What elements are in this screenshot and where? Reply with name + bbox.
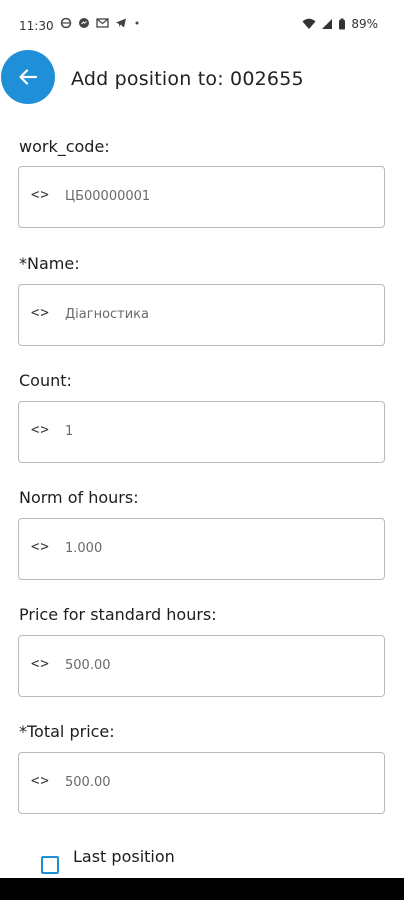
status-bar: 11:30 89% [0,0,404,50]
name-value: Діагностика [65,307,150,322]
mail-icon [96,18,109,28]
code-icon: <> [31,773,50,789]
total-price-value: 500.00 [65,775,111,790]
code-icon: <> [31,422,50,438]
code-icon: <> [31,305,50,321]
norm-of-hours-label: Norm of hours: [19,488,139,507]
norm-of-hours-field[interactable]: <> 1.000 [18,518,385,580]
back-button[interactable] [1,50,55,104]
last-position-checkbox[interactable] [41,856,59,874]
code-icon: <> [31,539,50,555]
work-code-field[interactable]: <> ЦБ00000001 [18,166,385,228]
notification-icons [60,17,141,29]
name-field[interactable]: <> Діагностика [18,284,385,346]
dot-icon [135,21,139,25]
total-price-label: *Total price: [19,722,115,741]
norm-of-hours-value: 1.000 [65,541,103,556]
signal-icon [322,19,333,29]
name-label: *Name: [19,254,80,273]
count-field[interactable]: <> 1 [18,401,385,463]
count-label: Count: [19,371,72,390]
code-icon: <> [31,187,50,203]
wifi-icon [302,18,316,29]
vpn-icon [60,17,72,29]
page-title: Add position to: 002655 [71,68,304,90]
code-icon: <> [31,656,50,672]
messenger-icon [79,18,89,28]
price-standard-hours-label: Price for standard hours: [19,605,217,624]
status-time: 11:30 [19,19,54,33]
telegram-icon [116,18,126,28]
work-code-label: work_code: [19,137,110,156]
system-status: 89% [302,17,378,31]
arrow-left-icon [19,69,37,85]
navigation-bar [0,878,404,900]
price-standard-hours-field[interactable]: <> 500.00 [18,635,385,697]
total-price-field[interactable]: <> 500.00 [18,752,385,814]
battery-icon [339,18,346,30]
price-standard-hours-value: 500.00 [65,658,111,673]
count-value: 1 [65,424,74,439]
last-position-label[interactable]: Last position [73,847,175,866]
battery-percent: 89% [351,17,378,31]
work-code-value: ЦБ00000001 [65,189,151,204]
app-header: Add position to: 002655 [0,50,404,108]
